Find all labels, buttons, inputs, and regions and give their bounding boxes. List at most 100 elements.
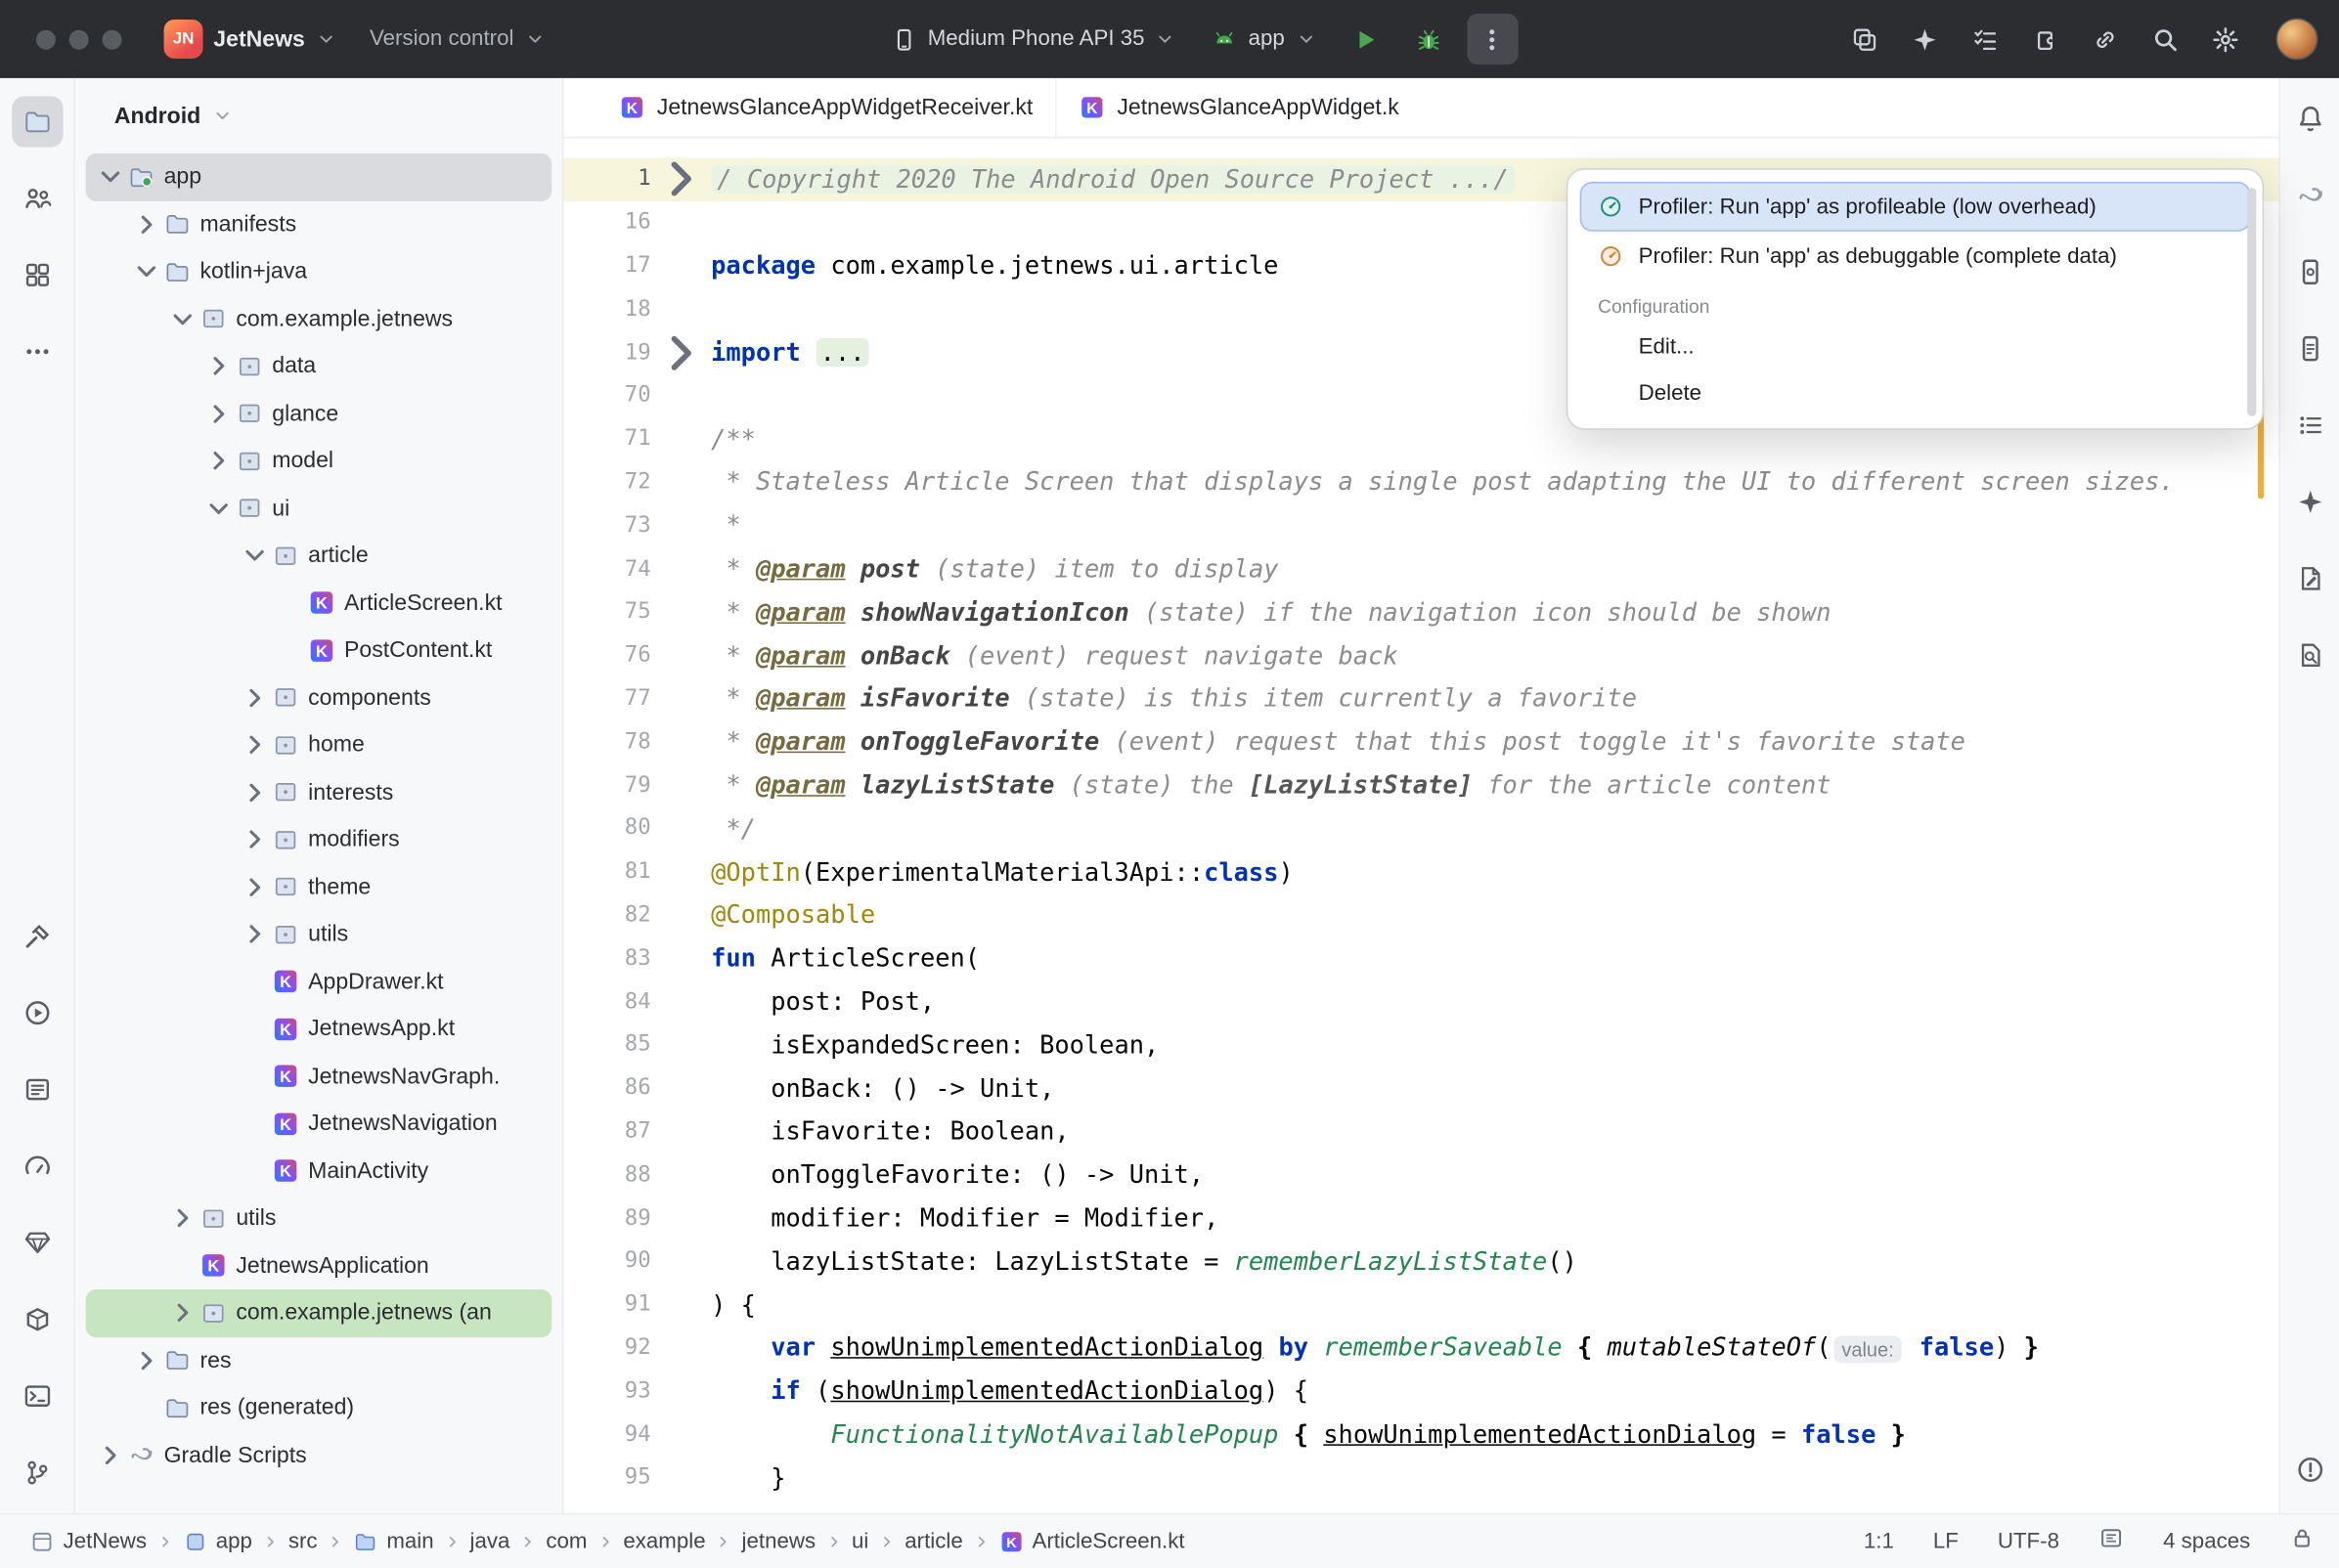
fold-marker-icon[interactable] xyxy=(651,150,711,209)
tree-item-modifiers[interactable]: modifiers xyxy=(86,816,552,863)
tool-more-button[interactable] xyxy=(12,327,63,377)
popup-item-profiler-run-app-as-profileable-low-over[interactable]: Profiler: Run 'app' as profileable (low … xyxy=(1580,182,2251,232)
breadcrumb-com[interactable]: com xyxy=(546,1529,587,1553)
settings-button[interactable] xyxy=(2201,14,2252,65)
tree-item-ui[interactable]: ui xyxy=(86,485,552,532)
minimize-window-button[interactable] xyxy=(69,29,89,49)
breadcrumb-jetnews[interactable]: jetnews xyxy=(742,1529,816,1553)
tree-item-utils[interactable]: utils xyxy=(86,1195,552,1241)
tool-problems-button[interactable] xyxy=(2284,1444,2335,1495)
tree-expand-chevron-icon[interactable] xyxy=(167,1202,199,1234)
tree-expand-chevron-icon[interactable] xyxy=(239,776,270,807)
project-view-selector[interactable]: Android xyxy=(75,78,562,153)
indent-widget-icon[interactable] xyxy=(2098,1525,2124,1556)
debug-button[interactable] xyxy=(1403,14,1454,65)
indent-style[interactable]: 4 spaces xyxy=(2163,1529,2250,1553)
tool-releases-button[interactable] xyxy=(12,1293,63,1344)
tool-gemini-button[interactable] xyxy=(2284,476,2335,527)
tree-item-data[interactable]: data xyxy=(86,342,552,389)
tool-commit-button[interactable] xyxy=(12,173,63,224)
search-button[interactable] xyxy=(2140,14,2191,65)
tree-item-com-example-jetnews[interactable]: com.example.jetnews xyxy=(86,295,552,342)
tree-item-kotlin-java[interactable]: kotlin+java xyxy=(86,248,552,295)
run-button[interactable] xyxy=(1341,14,1391,65)
ai-sparkle-button[interactable] xyxy=(1900,14,1951,65)
tree-expand-chevron-icon[interactable] xyxy=(203,351,235,382)
tree-item-appdrawer-kt[interactable]: KAppDrawer.kt xyxy=(86,958,552,1005)
tree-item-postcontent-kt[interactable]: KPostContent.kt xyxy=(86,627,552,674)
tree-expand-chevron-icon[interactable] xyxy=(239,682,270,714)
tree-expand-chevron-icon[interactable] xyxy=(239,919,270,950)
popup-action-edit[interactable]: Edit... xyxy=(1580,324,2251,370)
popup-scrollbar[interactable] xyxy=(2247,188,2256,416)
tree-item-jetnewsnavigation[interactable]: KJetnewsNavigation xyxy=(86,1100,552,1147)
tree-item-manifests[interactable]: manifests xyxy=(86,200,552,247)
breadcrumb-article[interactable]: article xyxy=(905,1529,962,1553)
tree-expand-chevron-icon[interactable] xyxy=(131,1344,162,1375)
device-selector-button[interactable]: Medium Phone API 35 xyxy=(880,18,1189,62)
editor-tab-jetnewsglanceappwidgetreceiver-kt[interactable]: KJetnewsGlanceAppWidgetReceiver.kt xyxy=(596,78,1055,137)
more-run-options-button[interactable] xyxy=(1467,14,1518,65)
tree-item-model[interactable]: model xyxy=(86,437,552,484)
tool-logcat-button[interactable] xyxy=(12,1064,63,1114)
tree-item-jetnewsnavgraph[interactable]: KJetnewsNavGraph. xyxy=(86,1053,552,1100)
tree-expand-chevron-icon[interactable] xyxy=(203,398,235,429)
tree-expand-chevron-icon[interactable] xyxy=(239,824,270,855)
breadcrumb-src[interactable]: src xyxy=(288,1529,318,1553)
editor-tab-jetnewsglanceappwidget-k[interactable]: KJetnewsGlanceAppWidget.k xyxy=(1055,78,1421,137)
tree-collapse-chevron-icon[interactable] xyxy=(203,493,235,524)
tree-expand-chevron-icon[interactable] xyxy=(203,445,235,476)
breadcrumb-example[interactable]: example xyxy=(623,1529,705,1553)
tree-expand-chevron-icon[interactable] xyxy=(131,208,162,240)
tree-collapse-chevron-icon[interactable] xyxy=(167,303,199,334)
caret-position[interactable]: 1:1 xyxy=(1864,1529,1894,1553)
tool-build-button[interactable] xyxy=(12,910,63,961)
tree-collapse-chevron-icon[interactable] xyxy=(239,540,270,571)
tool-notifications-button[interactable] xyxy=(2284,93,2335,144)
close-window-button[interactable] xyxy=(36,29,56,49)
popup-action-delete[interactable]: Delete xyxy=(1580,370,2251,416)
tree-item-app[interactable]: app xyxy=(86,153,552,200)
breadcrumb-app[interactable]: app xyxy=(183,1529,252,1553)
tool-run-button[interactable] xyxy=(12,986,63,1037)
tree-item-jetnewsapp-kt[interactable]: KJetnewsApp.kt xyxy=(86,1005,552,1052)
breadcrumb-main[interactable]: main xyxy=(353,1529,433,1553)
tree-item-utils[interactable]: utils xyxy=(86,911,552,958)
breadcrumb-articlescreen-kt[interactable]: KArticleScreen.kt xyxy=(999,1529,1185,1553)
tree-expand-chevron-icon[interactable] xyxy=(239,729,270,761)
user-avatar[interactable] xyxy=(2275,18,2317,60)
tool-doc-edit-button[interactable] xyxy=(2284,553,2335,604)
tool-gradle-button[interactable] xyxy=(2284,170,2335,221)
tree-expand-chevron-icon[interactable] xyxy=(239,871,270,902)
line-separator[interactable]: LF xyxy=(1933,1529,1959,1553)
vcs-widget-button[interactable]: Version control xyxy=(358,18,557,60)
tree-item-theme[interactable]: theme xyxy=(86,863,552,910)
tool-vcs-branch-button[interactable] xyxy=(12,1447,63,1498)
link-button[interactable] xyxy=(2081,14,2132,65)
tool-device-manager-button[interactable] xyxy=(2284,246,2335,297)
breadcrumb-java[interactable]: java xyxy=(470,1529,510,1553)
tree-item-article[interactable]: article xyxy=(86,532,552,579)
tree-expand-chevron-icon[interactable] xyxy=(95,1439,126,1470)
tool-profiler-button[interactable] xyxy=(12,1140,63,1191)
tree-item-res-generated[interactable]: res (generated) xyxy=(86,1384,552,1431)
breadcrumb-jetnews[interactable]: JetNews xyxy=(30,1529,147,1553)
tree-item-articlescreen-kt[interactable]: KArticleScreen.kt xyxy=(86,580,552,627)
tool-device-explorer-button[interactable] xyxy=(2284,324,2335,374)
tree-item-components[interactable]: components xyxy=(86,674,552,720)
tool-terminal-button[interactable] xyxy=(12,1370,63,1420)
breadcrumb-ui[interactable]: ui xyxy=(852,1529,868,1553)
file-encoding[interactable]: UTF-8 xyxy=(1998,1529,2059,1553)
zoom-window-button[interactable] xyxy=(103,29,122,49)
tree-collapse-chevron-icon[interactable] xyxy=(131,256,162,287)
tool-project-button[interactable] xyxy=(12,96,63,147)
tree-expand-chevron-icon[interactable] xyxy=(167,1297,199,1328)
tree-item-mainactivity[interactable]: KMainActivity xyxy=(86,1148,552,1195)
tree-item-glance[interactable]: glance xyxy=(86,390,552,437)
run-configuration-button[interactable]: app xyxy=(1200,18,1328,62)
tree-item-gradle-scripts[interactable]: Gradle Scripts xyxy=(86,1431,552,1478)
device-mirror-button[interactable] xyxy=(1840,14,1891,65)
fold-marker-icon[interactable] xyxy=(651,323,711,382)
tree-item-interests[interactable]: interests xyxy=(86,768,552,815)
tree-collapse-chevron-icon[interactable] xyxy=(95,161,126,193)
